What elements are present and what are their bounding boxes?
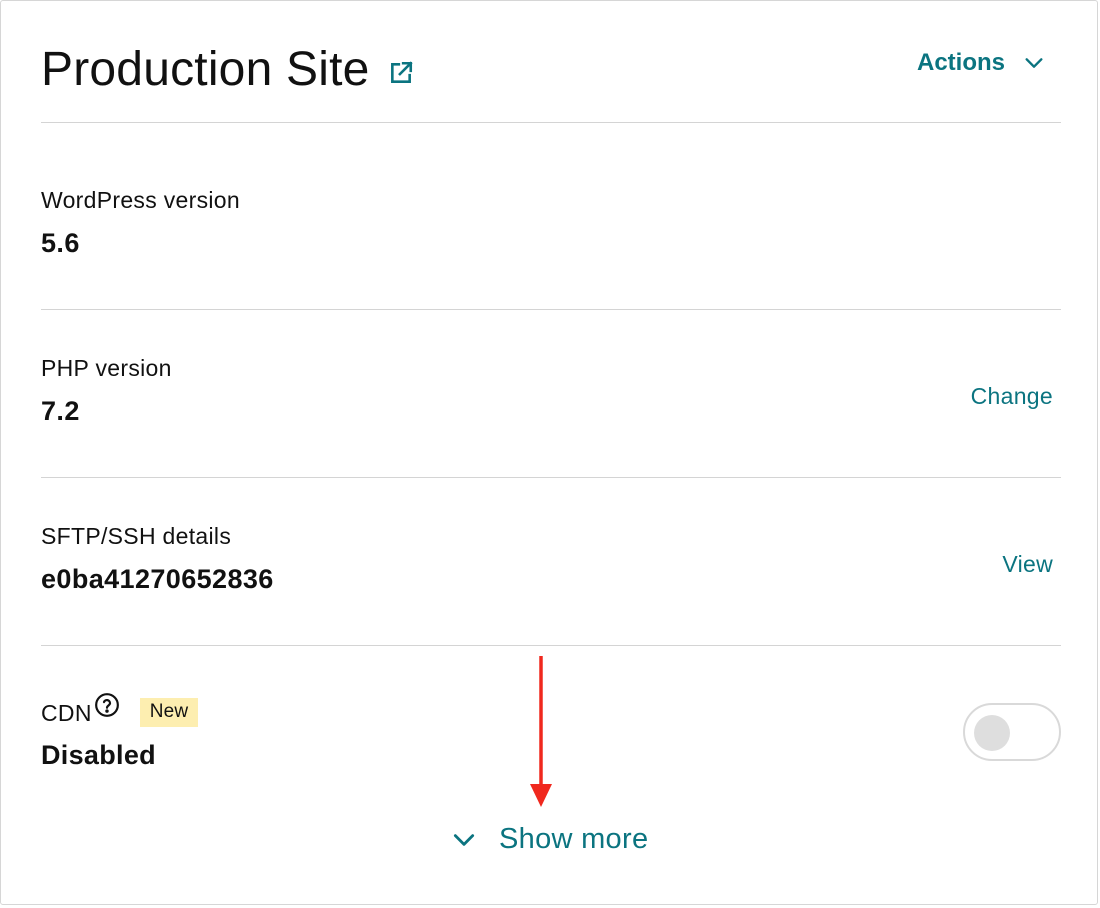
page-title: Production Site [41,43,370,96]
show-more-label: Show more [499,823,649,855]
cdn-status: Disabled [41,740,156,770]
chevron-down-icon [1025,58,1043,68]
cdn-label: CDN [41,700,92,726]
row-wordpress-version: WordPress version 5.6 [41,143,1061,310]
title-wrap: Production Site [41,41,414,99]
cdn-toggle[interactable] [963,703,1061,761]
view-sftp-link[interactable]: View [1002,551,1053,578]
toggle-knob [974,715,1010,751]
show-more-button[interactable]: Show more [451,823,648,856]
row-value: 7.2 [41,396,80,426]
external-link-icon[interactable] [388,60,414,86]
row-label: PHP version [41,355,172,381]
annotation-arrow [530,656,552,807]
new-badge: New [139,698,199,727]
chevron-down-icon [453,833,475,846]
actions-dropdown[interactable]: Actions [917,49,1045,77]
card-header: Production Site Actions [41,1,1061,123]
row-php-version: PHP version 7.2 Change [41,311,1061,478]
row-sftp-ssh-details: SFTP/SSH details e0ba41270652836 View [41,479,1061,646]
change-php-link[interactable]: Change [971,383,1053,410]
actions-label: Actions [916,49,1005,76]
row-label: WordPress version [41,187,240,213]
question-circle-icon[interactable] [94,692,120,718]
row-value: e0ba41270652836 [41,564,274,594]
cdn-label-wrap: CDN New [41,692,199,727]
row-value: 5.6 [41,228,80,258]
site-card: Production Site Actions WordPress versio… [0,0,1098,905]
row-label: SFTP/SSH details [41,523,232,549]
